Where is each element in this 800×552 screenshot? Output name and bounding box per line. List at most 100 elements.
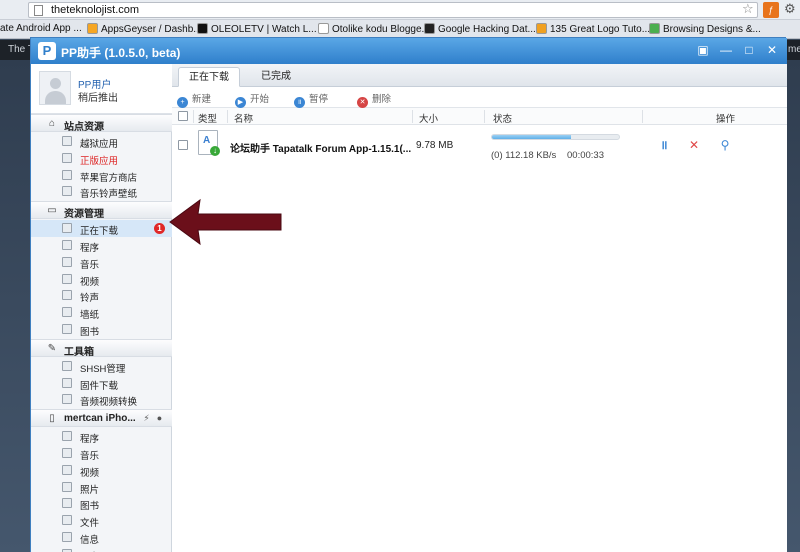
- pause-icon[interactable]: ॥: [657, 138, 671, 152]
- bookmark-label: 135 Great Logo Tuto...: [550, 24, 651, 35]
- sidebar-item[interactable]: SHSH管理: [31, 358, 172, 375]
- sidebar-item-label: 音乐铃声壁纸: [80, 189, 138, 201]
- avatar[interactable]: [39, 71, 71, 105]
- sidebar-group-header[interactable]: ▯ mertcan iPho... ⚡ ●: [31, 409, 172, 428]
- minimize-button[interactable]: —: [718, 43, 734, 57]
- wrench-icon[interactable]: ⚙: [784, 1, 796, 17]
- title-bar[interactable]: P PP助手 (1.0.5.0, beta) ▣ — □ ✕: [31, 38, 787, 64]
- sidebar-group-header[interactable]: ⌂ 站点资源: [31, 114, 172, 133]
- sidebar-group-header[interactable]: ✎ 工具箱: [31, 338, 172, 358]
- sidebar-item[interactable]: 固件下载: [31, 375, 172, 392]
- bookmark-favicon-icon: [649, 23, 660, 34]
- delete-label: 删除: [372, 94, 392, 105]
- url-text[interactable]: theteknolojist.com: [51, 4, 139, 16]
- apple-store-icon: [62, 169, 72, 180]
- extension-icon[interactable]: ƒ: [763, 2, 779, 18]
- column-status[interactable]: 状态: [493, 111, 512, 125]
- iphone-icon: ▯: [49, 413, 55, 425]
- address-bar[interactable]: theteknolojist.com: [28, 2, 758, 18]
- bookmark-item[interactable]: 135 Great Logo Tuto...: [536, 23, 650, 35]
- bookmark-label: AppsGeyser / Dashb...: [101, 24, 202, 35]
- jailbreak-icon: [62, 136, 72, 146]
- sidebar-item[interactable]: 铃声: [31, 287, 172, 304]
- new-button[interactable]: + 新建: [177, 91, 211, 108]
- pause-button[interactable]: ॥ 暂停: [294, 91, 328, 108]
- search-icon[interactable]: ⚲: [718, 138, 732, 152]
- column-name[interactable]: 名称: [234, 111, 253, 125]
- sidebar-item[interactable]: 图书: [31, 321, 172, 338]
- download-time: 00:00:33: [567, 150, 604, 161]
- music-icon: [62, 256, 72, 267]
- tab-completed[interactable]: 已完成: [245, 67, 307, 87]
- charging-icon[interactable]: ⚡: [141, 413, 152, 424]
- sidebar-item[interactable]: 苹果官方商店: [31, 167, 172, 184]
- sidebar-item[interactable]: 程序: [31, 428, 172, 445]
- bookmark-item[interactable]: Otolike kodu Blogge...: [318, 23, 430, 35]
- column-size[interactable]: 大小: [419, 111, 438, 125]
- app-file-icon: ↓: [198, 130, 220, 156]
- sidebar-item[interactable]: 视频: [31, 271, 172, 288]
- select-all-checkbox[interactable]: [178, 111, 188, 121]
- maximize-button[interactable]: □: [741, 43, 757, 57]
- download-arrow-icon: ↓: [210, 146, 220, 156]
- sidebar-item[interactable]: 正在下载 1: [31, 220, 172, 238]
- sidebar-item[interactable]: 音频视频转换: [31, 391, 172, 408]
- table-row[interactable]: ↓ 论坛助手 Tapatalk Forum App-1.15.1(... 9.7…: [172, 126, 787, 168]
- row-checkbox[interactable]: [178, 140, 188, 150]
- ringtone-icon: [62, 290, 72, 301]
- plus-icon: +: [177, 97, 188, 108]
- info-icon[interactable]: ●: [154, 413, 165, 424]
- user-action[interactable]: 稍后推出: [78, 89, 118, 104]
- bookmark-item[interactable]: AppsGeyser / Dashb...: [87, 23, 202, 35]
- skin-button[interactable]: ▣: [695, 43, 711, 57]
- address-bar-area: theteknolojist.com ☆ ƒ ⚙: [0, 0, 800, 20]
- sidebar-item[interactable]: 音乐铃声壁纸: [31, 183, 172, 200]
- sidebar-item[interactable]: 文件: [31, 512, 172, 529]
- download-count-badge: 1: [154, 223, 165, 235]
- delete-button[interactable]: ✕ 删除: [357, 91, 391, 108]
- toolbar: + 新建 ▶ 开始 ॥ 暂停 ✕ 删除: [172, 87, 787, 108]
- sidebar-item[interactable]: 更多: [31, 546, 172, 552]
- sidebar-item-label: 音频视频转换: [80, 397, 138, 409]
- toolbox-icon: ✎: [47, 342, 57, 354]
- wallpaper-icon: [62, 307, 72, 318]
- sidebar-item[interactable]: 音乐: [31, 254, 172, 271]
- pp-assistant-window: P PP助手 (1.0.5.0, beta) ▣ — □ ✕ PP用户 稍后推出…: [30, 37, 787, 552]
- sidebar-item-label: 图书: [80, 327, 100, 338]
- sidebar-item[interactable]: 越狱应用: [31, 133, 172, 150]
- bookmark-label: OLEOLETV | Watch L...: [211, 24, 317, 35]
- sidebar-item[interactable]: 照片: [31, 479, 172, 496]
- sidebar-item[interactable]: 程序: [31, 237, 172, 254]
- sidebar-item[interactable]: 视频: [31, 462, 172, 479]
- monitor-icon: ▭: [47, 205, 57, 217]
- sidebar-item[interactable]: 墙纸: [31, 304, 172, 321]
- sidebar-item-label: 程序: [80, 243, 100, 254]
- house-icon: ⌂: [48, 118, 56, 129]
- pp-logo-icon: P: [38, 42, 56, 60]
- sidebar-item[interactable]: 正版应用: [31, 150, 172, 167]
- bookmark-item[interactable]: Browsing Designs &...: [649, 23, 761, 35]
- sidebar-group-header[interactable]: ▭ 资源管理: [31, 201, 172, 220]
- bookmark-item[interactable]: Google Hacking Dat...: [424, 23, 536, 35]
- tab-downloading[interactable]: 正在下载: [178, 67, 240, 87]
- sidebar-item[interactable]: 音乐: [31, 445, 172, 462]
- sidebar-item-label: 正版应用: [80, 155, 119, 167]
- close-button[interactable]: ✕: [764, 43, 780, 57]
- cancel-icon[interactable]: ✕: [687, 138, 701, 152]
- sidebar-item-label: 音乐: [80, 451, 100, 462]
- bookmark-item[interactable]: OLEOLETV | Watch L...: [197, 23, 317, 35]
- sidebar-item-label: 正在下载: [80, 226, 119, 238]
- start-button[interactable]: ▶ 开始: [235, 91, 269, 108]
- program-icon: [62, 431, 72, 442]
- bookmark-star-icon[interactable]: ☆: [742, 1, 754, 17]
- progress-fill: [492, 135, 571, 139]
- sidebar-item[interactable]: 图书: [31, 495, 172, 512]
- column-type[interactable]: 类型: [198, 111, 217, 125]
- bookmark-favicon-icon: [87, 23, 98, 34]
- bookmark-item[interactable]: ate Android App ...: [0, 23, 82, 34]
- column-divider: [484, 110, 485, 123]
- play-icon: ▶: [235, 97, 246, 108]
- sidebar-item[interactable]: 信息: [31, 529, 172, 546]
- sidebar-item-label: 视频: [80, 276, 100, 288]
- store-icon: [62, 152, 72, 163]
